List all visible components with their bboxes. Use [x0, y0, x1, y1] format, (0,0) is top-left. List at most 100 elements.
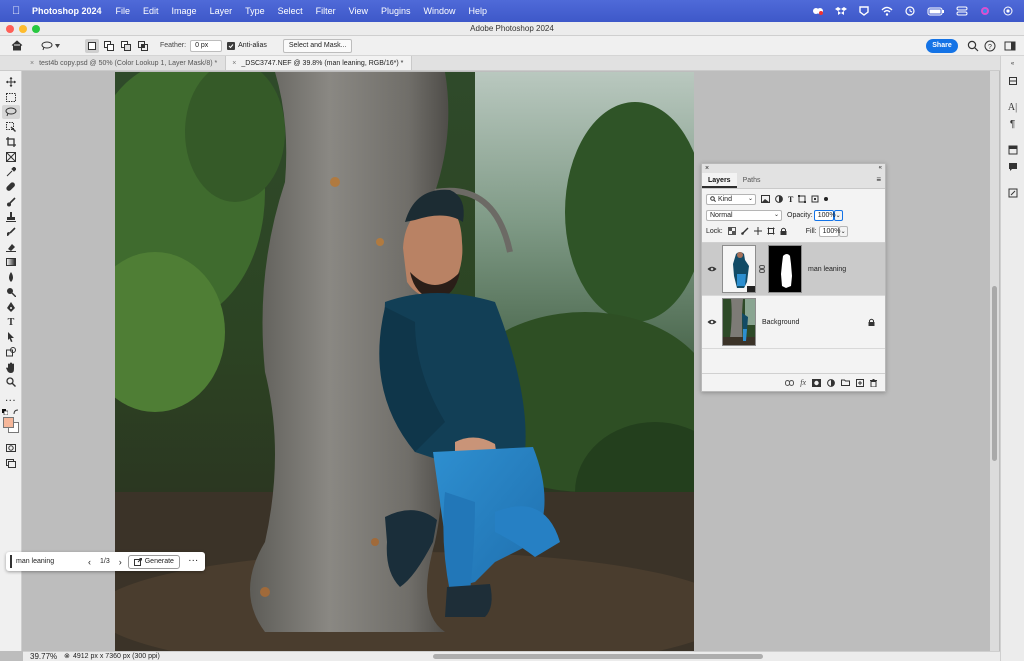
eyedropper-tool[interactable]: [2, 165, 20, 179]
move-tool[interactable]: [2, 75, 20, 89]
default-colors-icon[interactable]: [2, 409, 8, 415]
close-panel-icon[interactable]: ×: [705, 164, 709, 173]
shape-tool[interactable]: [2, 345, 20, 359]
previous-variation-button[interactable]: ‹: [88, 557, 91, 567]
filter-kind-select[interactable]: Kind ⌄: [706, 193, 756, 205]
opacity-input[interactable]: 100%: [813, 209, 836, 221]
zoom-window-button[interactable]: [32, 25, 40, 33]
collapse-panel-icon[interactable]: «: [879, 164, 882, 173]
menu-filter[interactable]: Filter: [316, 6, 336, 16]
shape-filter-icon[interactable]: [798, 195, 807, 203]
location-icon[interactable]: [858, 6, 870, 16]
app-menu[interactable]: Photoshop 2024: [32, 6, 102, 16]
antialias-checkbox[interactable]: [227, 41, 236, 50]
lock-transparent-pixels-icon[interactable]: [727, 227, 736, 235]
feather-input[interactable]: 0 px: [190, 39, 223, 52]
next-variation-button[interactable]: ›: [119, 557, 122, 567]
quick-mask-button[interactable]: [2, 441, 20, 455]
trash-icon[interactable]: [870, 378, 877, 387]
object-selection-tool[interactable]: [2, 120, 20, 134]
frame-tool[interactable]: [2, 150, 20, 164]
lasso-preset-picker[interactable]: [41, 41, 65, 51]
add-mask-icon[interactable]: [812, 378, 821, 387]
wifi-icon[interactable]: [881, 6, 893, 16]
battery-icon[interactable]: [927, 6, 945, 16]
layer-style-icon[interactable]: fx: [800, 378, 806, 387]
lock-image-pixels-icon[interactable]: [740, 227, 749, 235]
gradient-tool[interactable]: [2, 255, 20, 269]
pen-tool[interactable]: [2, 300, 20, 314]
menu-file[interactable]: File: [116, 6, 131, 16]
intersect-selection-button[interactable]: [136, 39, 150, 53]
image-filter-icon[interactable]: [761, 195, 770, 203]
share-button[interactable]: Share: [926, 39, 958, 53]
panel-menu-icon[interactable]: ≡: [876, 176, 881, 184]
learn-panel-button[interactable]: [1006, 75, 1020, 87]
smart-object-filter-icon[interactable]: [811, 195, 819, 203]
lock-all-icon[interactable]: [780, 227, 787, 235]
dock-collapse-icon[interactable]: «: [1006, 58, 1020, 70]
eye-icon[interactable]: [707, 266, 717, 272]
new-group-icon[interactable]: [841, 379, 850, 386]
vertical-scroll-thumb[interactable]: [992, 286, 997, 461]
generative-prompt-input[interactable]: man leaning: [10, 555, 78, 568]
adjustment-filter-icon[interactable]: [775, 195, 783, 203]
blur-tool[interactable]: [2, 270, 20, 284]
swap-colors-icon[interactable]: [13, 409, 19, 415]
type-tool[interactable]: T: [2, 315, 20, 329]
add-to-selection-button[interactable]: [102, 39, 116, 53]
screen-record-icon[interactable]: [1002, 6, 1014, 16]
healing-brush-tool[interactable]: [2, 180, 20, 194]
menu-help[interactable]: Help: [469, 6, 488, 16]
lasso-tool[interactable]: [2, 105, 20, 119]
creative-cloud-icon[interactable]: [812, 6, 824, 16]
edit-toolbar-button[interactable]: ···: [2, 393, 20, 407]
marquee-tool[interactable]: [2, 90, 20, 104]
hand-tool[interactable]: [2, 360, 20, 374]
vertical-scrollbar[interactable]: [990, 71, 999, 651]
path-selection-tool[interactable]: [2, 330, 20, 344]
zoom-tool[interactable]: [2, 375, 20, 389]
document-dimensions[interactable]: 4912 px x 7360 px (300 ppi): [73, 652, 160, 661]
brush-tool[interactable]: [2, 195, 20, 209]
control-center-icon[interactable]: [956, 6, 968, 16]
close-window-button[interactable]: [6, 25, 14, 33]
menu-select[interactable]: Select: [278, 6, 303, 16]
new-selection-button[interactable]: [85, 38, 99, 53]
link-layers-icon[interactable]: [785, 379, 795, 386]
horizontal-scroll-thumb[interactable]: [433, 654, 763, 659]
layer-name[interactable]: man leaning: [808, 266, 846, 273]
screen-mode-button[interactable]: [2, 456, 20, 470]
dodge-tool[interactable]: [2, 285, 20, 299]
lock-artboard-icon[interactable]: [766, 227, 775, 235]
character-panel-button[interactable]: A|: [1006, 101, 1020, 113]
layer-row-background[interactable]: Background: [702, 296, 885, 349]
select-and-mask-button[interactable]: Select and Mask...: [282, 38, 353, 53]
new-layer-icon[interactable]: [856, 378, 864, 387]
doc-info-icon[interactable]: ⊗: [64, 652, 70, 661]
subtract-selection-button[interactable]: [119, 39, 133, 53]
menu-edit[interactable]: Edit: [143, 6, 159, 16]
type-filter-icon[interactable]: T: [788, 195, 793, 204]
new-adjustment-layer-icon[interactable]: [827, 378, 835, 387]
layer-name[interactable]: Background: [762, 319, 799, 326]
fill-input[interactable]: 100%: [818, 225, 841, 237]
menu-window[interactable]: Window: [424, 6, 456, 16]
zoom-level[interactable]: 39.77%: [30, 652, 57, 661]
siri-icon[interactable]: [979, 6, 991, 16]
generate-button[interactable]: Generate: [127, 554, 180, 569]
properties-panel-button[interactable]: [1006, 144, 1020, 156]
workspace-icon[interactable]: [1004, 40, 1016, 52]
minimize-window-button[interactable]: [19, 25, 27, 33]
time-machine-icon[interactable]: [904, 6, 916, 16]
menu-plugins[interactable]: Plugins: [381, 6, 411, 16]
mask-link-icon[interactable]: [759, 265, 765, 273]
more-options-icon[interactable]: ···: [189, 558, 199, 565]
apple-menu-icon[interactable]: : [12, 5, 28, 17]
tab-paths[interactable]: Paths: [737, 173, 767, 188]
history-brush-tool[interactable]: [2, 225, 20, 239]
history-panel-button[interactable]: [1006, 187, 1020, 199]
help-icon[interactable]: ?: [984, 40, 996, 52]
layer-thumbnail[interactable]: [722, 298, 756, 346]
menu-image[interactable]: Image: [172, 6, 197, 16]
